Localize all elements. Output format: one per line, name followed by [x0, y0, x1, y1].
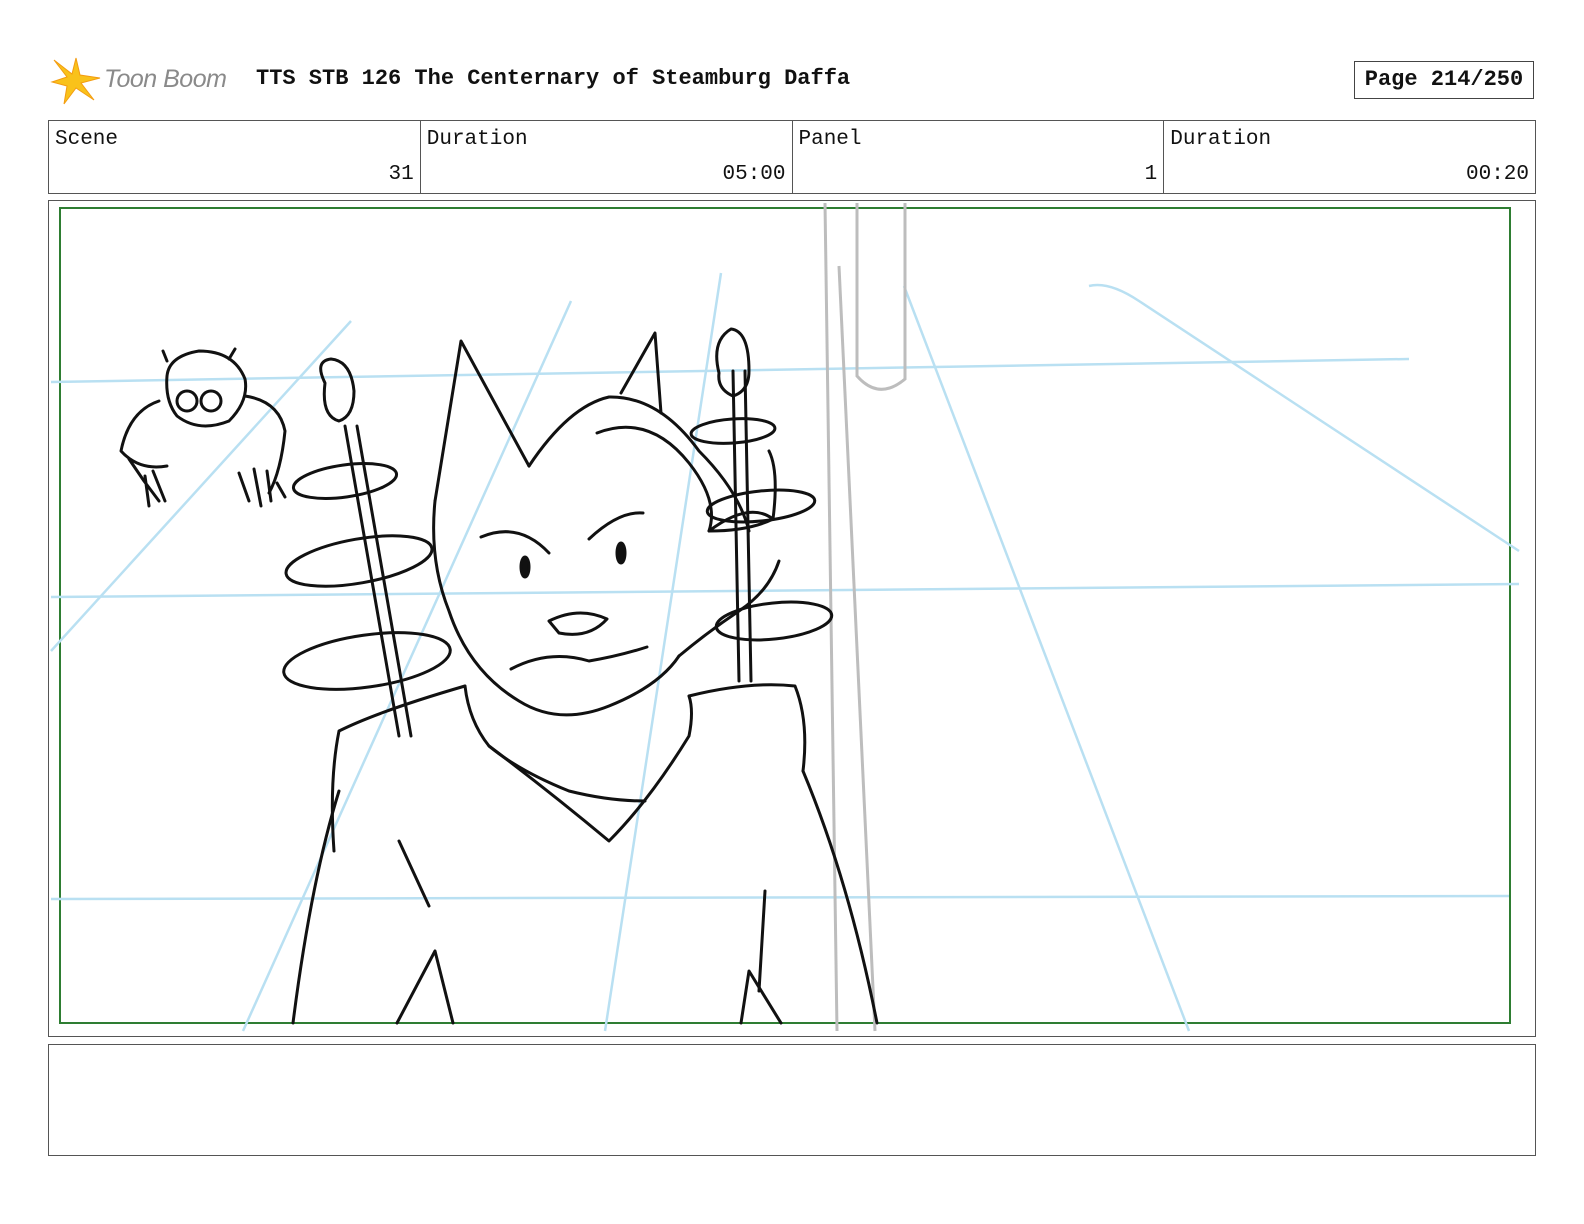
scene-value: 31	[388, 163, 414, 186]
character-sketch	[119, 327, 879, 1025]
pole-sketch	[823, 202, 907, 1032]
scene-duration-label: Duration	[426, 128, 528, 151]
starburst-icon	[50, 57, 101, 105]
scene-duration-value: 05:00	[722, 163, 786, 186]
panel-cell: Panel 1	[793, 121, 1165, 193]
panel-duration-value: 00:20	[1465, 163, 1529, 186]
logo-text: Toon Boom	[104, 65, 227, 93]
panel-sketch	[50, 202, 1520, 1032]
panel-info-table: Scene 31 Duration 05:00 Panel 1 Duration…	[48, 120, 1536, 194]
panel-label: Panel	[798, 128, 862, 151]
perspective-guides	[50, 272, 1520, 1032]
camera-frame	[59, 207, 1511, 1024]
scene-label: Scene	[55, 128, 119, 151]
document-title: TTS STB 126 The Centernary of Steamburg …	[256, 66, 851, 91]
toon-boom-logo: Toon Boom	[50, 56, 240, 106]
page-number: Page 214/250	[1354, 61, 1534, 99]
panel-value: 1	[1144, 163, 1158, 186]
panel-duration-cell: Duration 00:20	[1164, 121, 1535, 193]
scene-cell: Scene 31	[49, 121, 421, 193]
panel-duration-label: Duration	[1170, 128, 1272, 151]
storyboard-panel	[48, 200, 1536, 1037]
scene-duration-cell: Duration 05:00	[421, 121, 793, 193]
notes-box	[48, 1044, 1536, 1156]
